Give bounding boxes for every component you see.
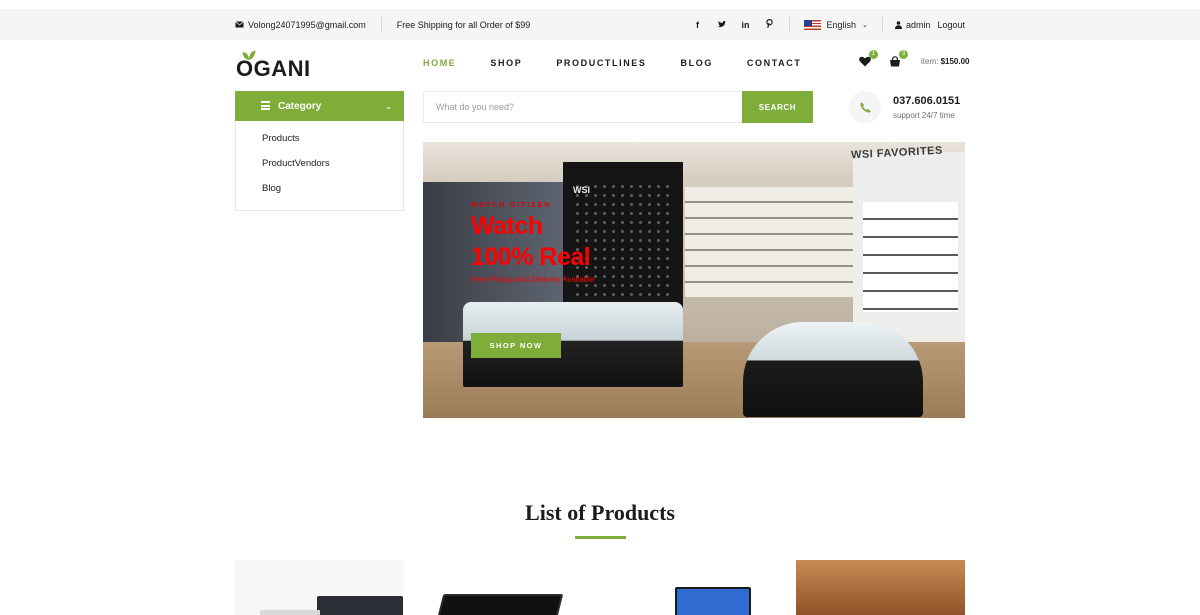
shop-now-button[interactable]: SHOP NOW bbox=[471, 333, 561, 358]
chevron-down-icon: ⌄ bbox=[862, 21, 868, 29]
header-cart: 1 3 item: $150.00 bbox=[857, 50, 970, 68]
pinterest-icon[interactable] bbox=[765, 19, 775, 30]
category-item-blog[interactable]: Blog bbox=[236, 183, 403, 208]
hero-title-line2: 100% Real bbox=[471, 243, 591, 271]
product-grid bbox=[235, 560, 965, 615]
hero-subtitle: WATCH CITIZEN bbox=[471, 202, 552, 209]
cart-button[interactable]: 3 bbox=[887, 50, 908, 68]
nav-home[interactable]: HOME bbox=[423, 58, 456, 68]
divider bbox=[380, 17, 382, 32]
phone-contact: 037.606.0151 support 24/7 time bbox=[849, 91, 960, 123]
search-input[interactable] bbox=[424, 92, 742, 122]
nav-shop[interactable]: SHOP bbox=[490, 58, 522, 68]
cart-total-label: item: bbox=[921, 56, 939, 66]
store-column bbox=[853, 152, 965, 342]
product-image bbox=[317, 596, 403, 615]
main-nav: HOME SHOP PRODUCTLINES BLOG CONTACT bbox=[423, 58, 801, 68]
category-item-products[interactable]: Products bbox=[236, 133, 403, 158]
hero-banner: WSI FAVORITES WSI WATCH CITIZEN Watch 10… bbox=[423, 142, 965, 418]
chevron-down-icon: ⌄ bbox=[385, 101, 392, 111]
title-underline bbox=[575, 536, 626, 539]
wishlist-button[interactable]: 1 bbox=[857, 50, 878, 68]
hero-text: WATCH CITIZEN Watch 100% Real Free Picku… bbox=[471, 202, 594, 284]
phone-number: 037.606.0151 bbox=[893, 94, 961, 107]
section-title: List of Products bbox=[525, 500, 675, 525]
category-item-productvendors[interactable]: ProductVendors bbox=[236, 158, 403, 183]
email-text: Volong24071995@gmail.com bbox=[248, 19, 366, 30]
facebook-icon[interactable]: f bbox=[693, 20, 703, 30]
product-card[interactable] bbox=[235, 560, 404, 615]
menu-icon bbox=[261, 101, 270, 110]
shipping-notice: Free Shipping for all Order of $99 bbox=[396, 19, 531, 30]
envelope-icon bbox=[235, 21, 244, 28]
cart-count-badge: 3 bbox=[899, 50, 908, 59]
store-logo: WSI bbox=[573, 185, 590, 195]
cart-total: item: $150.00 bbox=[921, 57, 970, 66]
user-icon bbox=[894, 20, 902, 29]
store-shelves bbox=[685, 187, 855, 297]
top-bar: Volong24071995@gmail.com Free Shipping f… bbox=[0, 9, 1200, 40]
display-counter bbox=[743, 322, 923, 417]
logout-link[interactable]: Logout bbox=[937, 20, 965, 30]
site-logo[interactable]: OGANI bbox=[236, 50, 316, 81]
search-button[interactable]: SEARCH bbox=[742, 91, 813, 123]
linkedin-icon[interactable]: in bbox=[741, 20, 751, 30]
product-image bbox=[675, 587, 751, 615]
username[interactable]: admin bbox=[906, 20, 931, 30]
product-image bbox=[436, 594, 564, 615]
category-list: Products ProductVendors Blog bbox=[235, 121, 404, 211]
nav-productlines[interactable]: PRODUCTLINES bbox=[556, 58, 646, 68]
header-email: Volong24071995@gmail.com bbox=[235, 20, 366, 30]
nav-contact[interactable]: CONTACT bbox=[747, 58, 802, 68]
search-form: SEARCH bbox=[423, 91, 813, 123]
language-label: English bbox=[826, 19, 857, 30]
wishlist-count-badge: 1 bbox=[869, 50, 878, 59]
product-card[interactable] bbox=[796, 560, 965, 615]
category-toggle[interactable]: Category ⌄ bbox=[235, 91, 404, 121]
hero-description: Free Pickup and Delivery Available bbox=[471, 275, 595, 284]
cart-total-value: $150.00 bbox=[940, 56, 970, 66]
hero-title-line1: Watch bbox=[471, 212, 543, 240]
category-title: Category bbox=[278, 100, 322, 112]
us-flag-icon bbox=[803, 19, 821, 30]
product-image bbox=[260, 610, 320, 615]
phone-icon bbox=[849, 91, 881, 123]
logo-text: OGANI bbox=[236, 56, 311, 81]
nav-blog[interactable]: BLOG bbox=[681, 58, 713, 68]
user-auth: admin Logout bbox=[883, 20, 965, 30]
support-hours: support 24/7 time bbox=[893, 110, 955, 120]
language-selector[interactable]: English ⌄ bbox=[788, 17, 883, 32]
twitter-icon[interactable] bbox=[717, 20, 727, 30]
product-card[interactable] bbox=[609, 560, 778, 615]
social-links: f in bbox=[693, 19, 775, 30]
product-card[interactable] bbox=[422, 560, 591, 615]
